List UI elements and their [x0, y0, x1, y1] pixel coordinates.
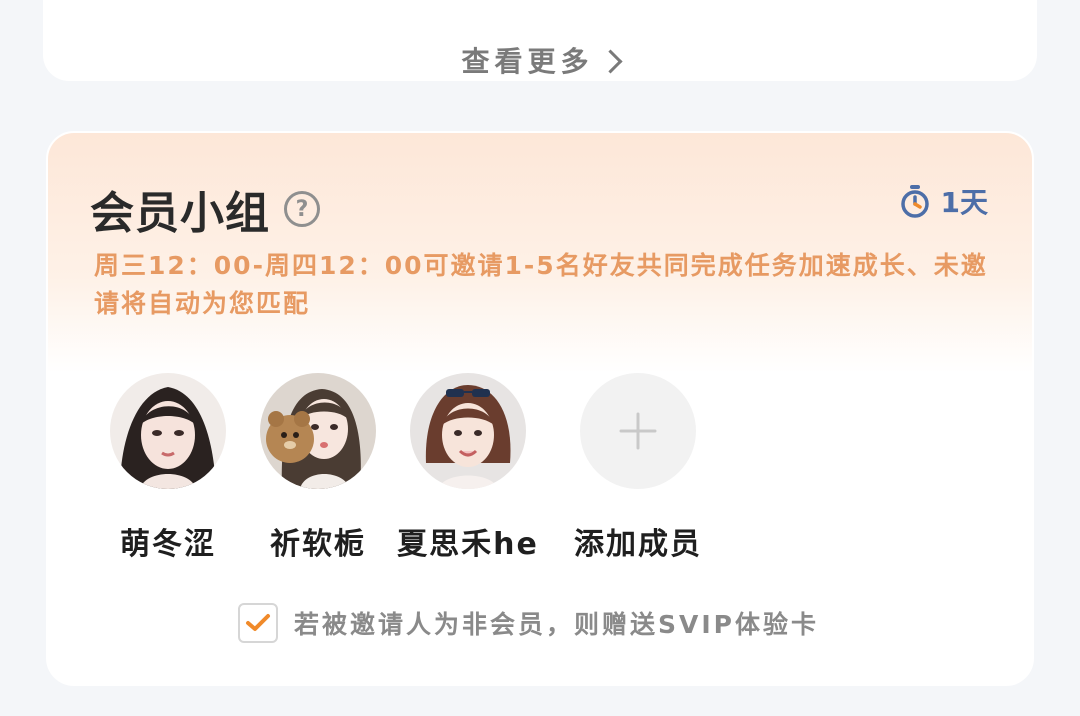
countdown-timer: 1天 — [899, 181, 988, 221]
group-description: 周三12：00-周四12：00可邀请1-5名好友共同完成任务加速成长、未邀请将自… — [94, 251, 988, 318]
svip-consent-row: 若被邀请人为非会员，则赠送SVIP体验卡 — [238, 603, 819, 643]
svip-consent-checkbox[interactable] — [238, 603, 278, 643]
title-row: 会员小组 ? — [90, 177, 320, 241]
timer-text: 1天 — [940, 186, 988, 219]
avatar[interactable] — [110, 373, 226, 489]
member-list: 萌冬涩 祈软栀 夏思禾he 添加成员 — [88, 373, 788, 573]
member-name: 萌冬涩 — [120, 527, 216, 562]
member-name: 祈软栀 — [270, 527, 366, 562]
member-name: 夏思禾he — [397, 527, 539, 562]
chevron-right-icon — [597, 48, 623, 74]
member-item[interactable]: 萌冬涩 — [88, 373, 248, 563]
member-item[interactable]: 夏思禾he — [388, 373, 548, 563]
member-item[interactable]: 祈软栀 — [238, 373, 398, 563]
previous-section-card: 查看更多 — [43, 0, 1037, 81]
add-member-label: 添加成员 — [574, 527, 702, 562]
see-more-link[interactable]: 查看更多 — [43, 40, 1037, 80]
see-more-label: 查看更多 — [461, 45, 594, 78]
avatar[interactable] — [260, 373, 376, 489]
group-title: 会员小组 — [90, 188, 270, 239]
plus-icon — [619, 412, 657, 450]
add-member-button[interactable] — [580, 373, 696, 489]
member-group-card: 会员小组 ? 1天 周三12：00-周四12：00可邀请1-5名好友共同完成任务… — [46, 131, 1034, 686]
help-icon[interactable]: ? — [284, 191, 320, 227]
add-member-item[interactable]: 添加成员 — [558, 373, 718, 563]
stopwatch-icon — [900, 185, 929, 218]
avatar[interactable] — [410, 373, 526, 489]
svip-consent-text: 若被邀请人为非会员，则赠送SVIP体验卡 — [294, 610, 819, 639]
checkmark-icon — [246, 614, 270, 631]
